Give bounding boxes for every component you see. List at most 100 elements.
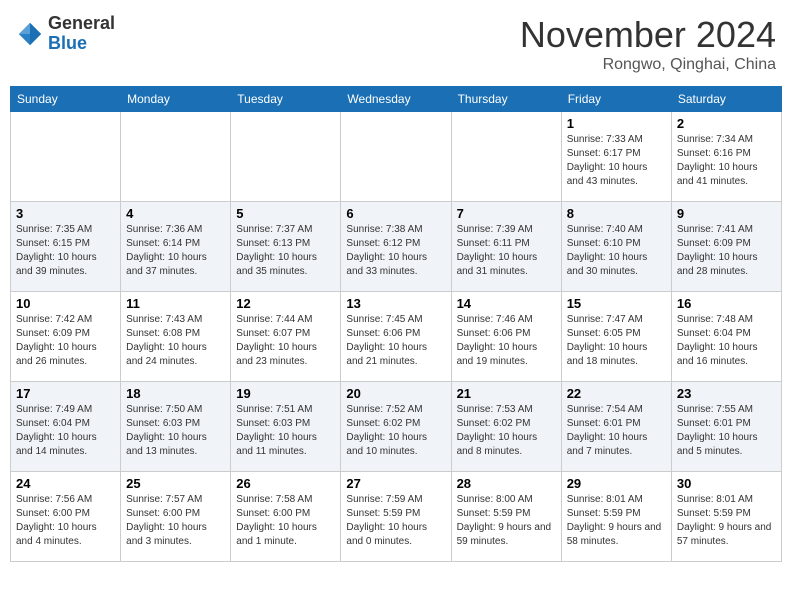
day-info: Sunrise: 7:35 AM Sunset: 6:15 PM Dayligh… <box>16 223 115 279</box>
day-info: Sunrise: 7:43 AM Sunset: 6:08 PM Dayligh… <box>126 313 225 369</box>
calendar-cell: 19Sunrise: 7:51 AM Sunset: 6:03 PM Dayli… <box>231 382 341 472</box>
day-number: 27 <box>346 476 445 491</box>
calendar-week-row: 3 Sunrise: 7:35 AM Sunset: 6:15 PM Daylig… <box>11 202 782 292</box>
day-info: Sunrise: 7:52 AM Sunset: 6:02 PM Dayligh… <box>346 403 445 459</box>
calendar-day-header: Friday <box>561 87 671 112</box>
calendar-day-header: Sunday <box>11 87 121 112</box>
day-number: 21 <box>457 386 556 401</box>
day-number: 1 <box>567 116 666 131</box>
day-info: Sunrise: 7:46 AM Sunset: 6:06 PM Dayligh… <box>457 313 556 369</box>
day-number: 12 <box>236 296 335 311</box>
calendar-cell: 29Sunrise: 8:01 AM Sunset: 5:59 PM Dayli… <box>561 472 671 562</box>
day-info: Sunrise: 7:45 AM Sunset: 6:06 PM Dayligh… <box>346 313 445 369</box>
day-info: Sunrise: 7:58 AM Sunset: 6:00 PM Dayligh… <box>236 493 335 549</box>
calendar-cell: 26 Sunrise: 7:58 AM Sunset: 6:00 PM Dayli… <box>231 472 341 562</box>
calendar-cell: 24 Sunrise: 7:56 AM Sunset: 6:00 PM Dayli… <box>11 472 121 562</box>
day-info: Sunrise: 7:44 AM Sunset: 6:07 PM Dayligh… <box>236 313 335 369</box>
day-info: Sunrise: 7:33 AM Sunset: 6:17 PM Dayligh… <box>567 133 666 189</box>
day-info: Sunrise: 7:50 AM Sunset: 6:03 PM Dayligh… <box>126 403 225 459</box>
day-number: 4 <box>126 206 225 221</box>
calendar-day-header: Thursday <box>451 87 561 112</box>
day-info: Sunrise: 8:00 AM Sunset: 5:59 PM Dayligh… <box>457 493 556 549</box>
day-info: Sunrise: 7:56 AM Sunset: 6:00 PM Dayligh… <box>16 493 115 549</box>
day-info: Sunrise: 8:01 AM Sunset: 5:59 PM Dayligh… <box>677 493 776 549</box>
day-number: 3 <box>16 206 115 221</box>
calendar-cell: 27Sunrise: 7:59 AM Sunset: 5:59 PM Dayli… <box>341 472 451 562</box>
day-info: Sunrise: 7:47 AM Sunset: 6:05 PM Dayligh… <box>567 313 666 369</box>
calendar-cell: 13 Sunrise: 7:45 AM Sunset: 6:06 PM Dayli… <box>341 292 451 382</box>
day-info: Sunrise: 7:54 AM Sunset: 6:01 PM Dayligh… <box>567 403 666 459</box>
day-info: Sunrise: 7:49 AM Sunset: 6:04 PM Dayligh… <box>16 403 115 459</box>
day-number: 8 <box>567 206 666 221</box>
calendar-cell: 14 Sunrise: 7:46 AM Sunset: 6:06 PM Dayli… <box>451 292 561 382</box>
calendar-cell: 3 Sunrise: 7:35 AM Sunset: 6:15 PM Daylig… <box>11 202 121 292</box>
calendar-day-header: Monday <box>121 87 231 112</box>
logo-general: General <box>48 13 115 33</box>
day-number: 2 <box>677 116 776 131</box>
calendar-cell: 18Sunrise: 7:50 AM Sunset: 6:03 PM Dayli… <box>121 382 231 472</box>
day-number: 7 <box>457 206 556 221</box>
day-number: 5 <box>236 206 335 221</box>
calendar-cell: 30 Sunrise: 8:01 AM Sunset: 5:59 PM Dayli… <box>671 472 781 562</box>
day-number: 26 <box>236 476 335 491</box>
calendar-cell: 21 Sunrise: 7:53 AM Sunset: 6:02 PM Dayli… <box>451 382 561 472</box>
calendar-cell: 10 Sunrise: 7:42 AM Sunset: 6:09 PM Dayli… <box>11 292 121 382</box>
calendar-cell: 17Sunrise: 7:49 AM Sunset: 6:04 PM Dayli… <box>11 382 121 472</box>
calendar-cell: 1 Sunrise: 7:33 AM Sunset: 6:17 PM Daylig… <box>561 112 671 202</box>
calendar-cell <box>11 112 121 202</box>
calendar-cell: 4 Sunrise: 7:36 AM Sunset: 6:14 PM Daylig… <box>121 202 231 292</box>
day-info: Sunrise: 7:41 AM Sunset: 6:09 PM Dayligh… <box>677 223 776 279</box>
logo: General Blue <box>16 14 115 54</box>
day-number: 30 <box>677 476 776 491</box>
logo-icon <box>16 20 44 48</box>
calendar-cell: 8 Sunrise: 7:40 AM Sunset: 6:10 PM Daylig… <box>561 202 671 292</box>
calendar-cell <box>341 112 451 202</box>
calendar-cell: 23Sunrise: 7:55 AM Sunset: 6:01 PM Dayli… <box>671 382 781 472</box>
calendar-cell: 22Sunrise: 7:54 AM Sunset: 6:01 PM Dayli… <box>561 382 671 472</box>
calendar-cell: 5 Sunrise: 7:37 AM Sunset: 6:13 PM Daylig… <box>231 202 341 292</box>
calendar-cell: 6Sunrise: 7:38 AM Sunset: 6:12 PM Daylig… <box>341 202 451 292</box>
day-number: 16 <box>677 296 776 311</box>
calendar-week-row: 1 Sunrise: 7:33 AM Sunset: 6:17 PM Daylig… <box>11 112 782 202</box>
day-info: Sunrise: 7:40 AM Sunset: 6:10 PM Dayligh… <box>567 223 666 279</box>
day-number: 20 <box>346 386 445 401</box>
calendar-header-row: SundayMondayTuesdayWednesdayThursdayFrid… <box>11 87 782 112</box>
calendar-cell: 2Sunrise: 7:34 AM Sunset: 6:16 PM Daylig… <box>671 112 781 202</box>
month-title: November 2024 <box>520 14 776 56</box>
logo-text: General Blue <box>48 14 115 54</box>
calendar-week-row: 17Sunrise: 7:49 AM Sunset: 6:04 PM Dayli… <box>11 382 782 472</box>
day-number: 9 <box>677 206 776 221</box>
calendar-cell: 11Sunrise: 7:43 AM Sunset: 6:08 PM Dayli… <box>121 292 231 382</box>
day-info: Sunrise: 7:39 AM Sunset: 6:11 PM Dayligh… <box>457 223 556 279</box>
day-info: Sunrise: 7:53 AM Sunset: 6:02 PM Dayligh… <box>457 403 556 459</box>
day-number: 28 <box>457 476 556 491</box>
day-number: 10 <box>16 296 115 311</box>
day-info: Sunrise: 7:55 AM Sunset: 6:01 PM Dayligh… <box>677 403 776 459</box>
day-info: Sunrise: 7:42 AM Sunset: 6:09 PM Dayligh… <box>16 313 115 369</box>
calendar-cell: 20 Sunrise: 7:52 AM Sunset: 6:02 PM Dayli… <box>341 382 451 472</box>
day-info: Sunrise: 7:36 AM Sunset: 6:14 PM Dayligh… <box>126 223 225 279</box>
day-info: Sunrise: 7:37 AM Sunset: 6:13 PM Dayligh… <box>236 223 335 279</box>
day-number: 6 <box>346 206 445 221</box>
calendar-cell: 7 Sunrise: 7:39 AM Sunset: 6:11 PM Daylig… <box>451 202 561 292</box>
day-number: 14 <box>457 296 556 311</box>
calendar-table: SundayMondayTuesdayWednesdayThursdayFrid… <box>10 86 782 562</box>
calendar-day-header: Tuesday <box>231 87 341 112</box>
title-block: November 2024 Rongwo, Qinghai, China <box>520 14 776 74</box>
day-info: Sunrise: 7:57 AM Sunset: 6:00 PM Dayligh… <box>126 493 225 549</box>
location-subtitle: Rongwo, Qinghai, China <box>520 56 776 74</box>
day-number: 13 <box>346 296 445 311</box>
calendar-cell: 9 Sunrise: 7:41 AM Sunset: 6:09 PM Daylig… <box>671 202 781 292</box>
day-number: 29 <box>567 476 666 491</box>
calendar-cell: 15 Sunrise: 7:47 AM Sunset: 6:05 PM Dayli… <box>561 292 671 382</box>
calendar-cell: 16 Sunrise: 7:48 AM Sunset: 6:04 PM Dayli… <box>671 292 781 382</box>
calendar-day-header: Saturday <box>671 87 781 112</box>
day-info: Sunrise: 7:48 AM Sunset: 6:04 PM Dayligh… <box>677 313 776 369</box>
calendar-week-row: 24 Sunrise: 7:56 AM Sunset: 6:00 PM Dayli… <box>11 472 782 562</box>
calendar-day-header: Wednesday <box>341 87 451 112</box>
calendar-cell <box>231 112 341 202</box>
day-number: 15 <box>567 296 666 311</box>
day-number: 19 <box>236 386 335 401</box>
calendar-cell <box>121 112 231 202</box>
day-number: 24 <box>16 476 115 491</box>
